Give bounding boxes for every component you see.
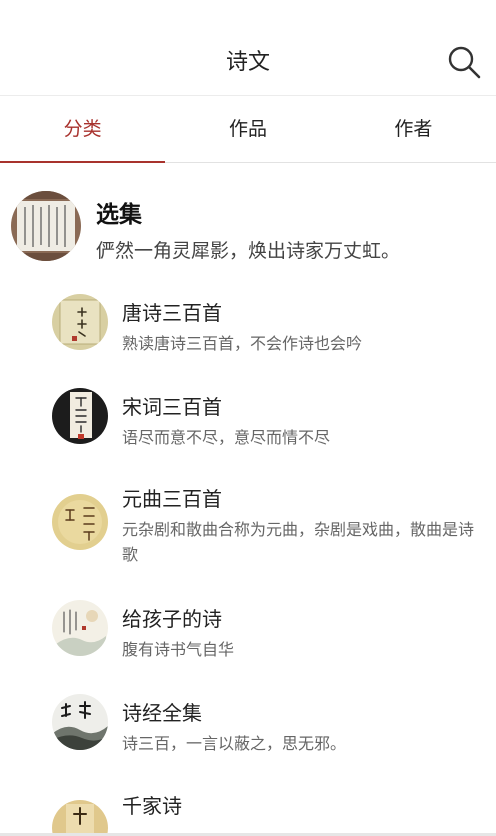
collection-title: 选集 [96,202,142,228]
page-title: 诗文 [225,50,270,75]
item-description: 元杂剧和散曲合称为元曲，杂剧是戏曲，散曲是诗歌 [122,520,475,564]
item-title: 千家诗 [122,794,182,818]
yuan-qu-cover-icon [52,494,108,550]
item-title: 元曲三百首 [122,487,222,511]
shijing-cover-icon [52,694,108,750]
item-description: 熟读唐诗三百首，不会作诗也会吟 [122,334,363,353]
search-button[interactable] [446,44,482,80]
tab-authors[interactable]: 作者 [331,96,496,162]
item-description: 腹有诗书气自华 [122,640,235,659]
app-screen: 诗文 分类 作品 作者 选集 俨然一角灵犀影，焕出诗家万丈虹。 唐诗三百首 熟读… [0,0,496,836]
item-title: 唐诗三百首 [122,301,222,325]
tang-poems-cover-icon [52,294,108,350]
qianjia-cover-icon [52,800,108,836]
top-bar: 诗文 [0,0,496,96]
children-poems-cover-icon [52,600,108,656]
search-icon [448,46,481,79]
song-ci-cover-icon [52,388,108,444]
item-description: 语尽而意不尽，意尽而情不尽 [122,428,331,447]
tab-category[interactable]: 分类 [0,96,166,163]
collection-cover-image [11,191,81,261]
collection-description: 俨然一角灵犀影，焕出诗家万丈虹。 [96,240,401,262]
item-title: 诗经全集 [122,701,202,725]
item-description: 诗三百，一言以蔽之，思无邪。 [122,734,347,753]
tab-works[interactable]: 作品 [165,96,330,162]
item-title: 宋词三百首 [122,395,222,419]
item-title: 给孩子的诗 [122,607,222,631]
tab-bar: 分类 作品 作者 [0,96,496,163]
